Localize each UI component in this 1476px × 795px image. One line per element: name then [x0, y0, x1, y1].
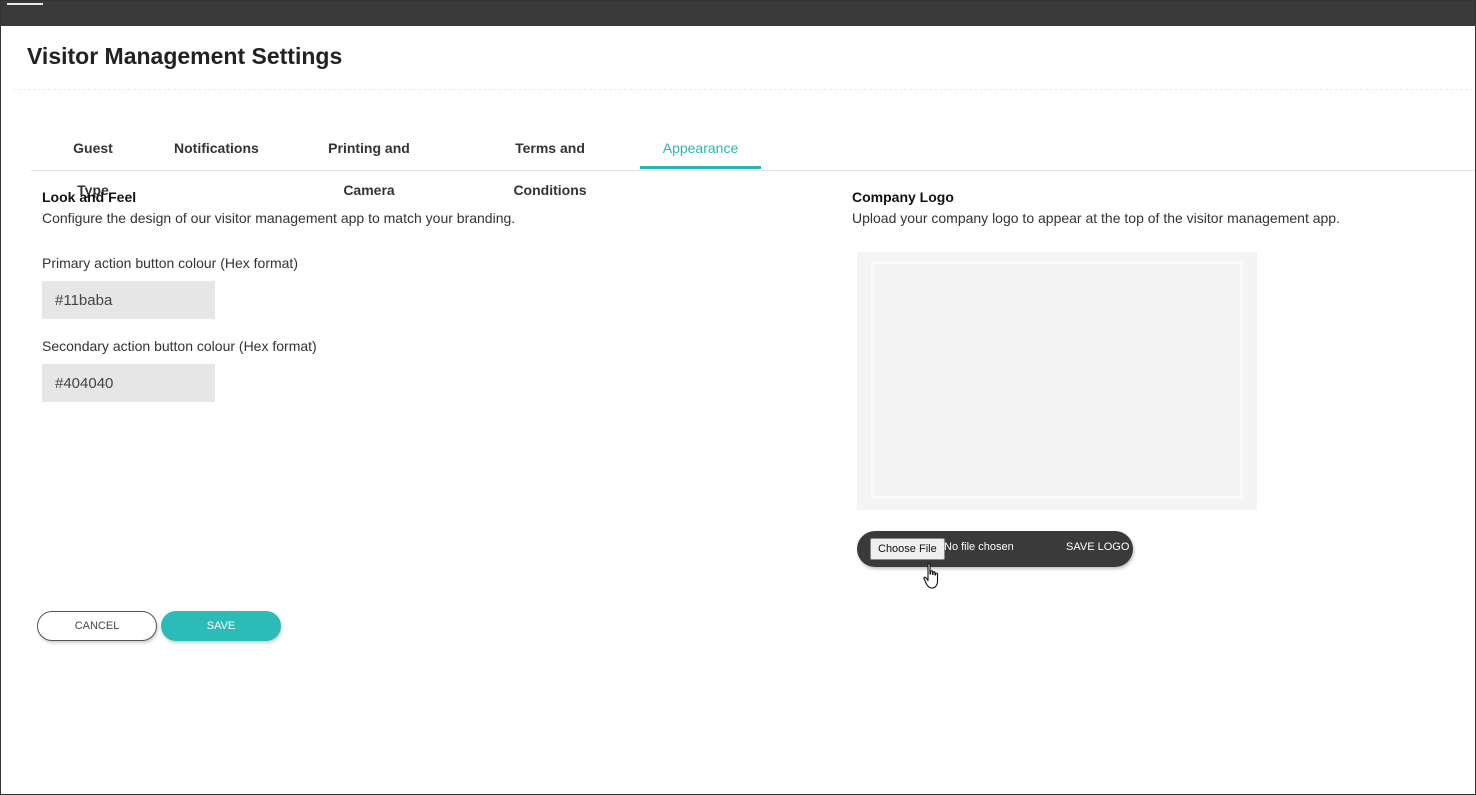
secondary-colour-label: Secondary action button colour (Hex form…: [42, 338, 317, 354]
page-title: Visitor Management Settings: [27, 43, 343, 69]
look-and-feel-description: Configure the design of our visitor mana…: [42, 210, 516, 226]
logo-preview: [857, 252, 1257, 510]
tab-guest-type[interactable]: Guest Type: [58, 127, 128, 198]
settings-tabs: Guest Type Notifications Printing and Ca…: [31, 127, 1475, 198]
logo-preview-frame: [871, 261, 1243, 499]
tab-printing-and-camera[interactable]: Printing and Camera: [303, 127, 435, 198]
company-logo-description: Upload your company logo to appear at th…: [852, 210, 1340, 226]
menu-icon[interactable]: [7, 3, 43, 5]
hand-pointer-icon: [923, 563, 939, 589]
secondary-colour-input[interactable]: [42, 364, 215, 402]
logo-upload-bar: Choose File No file chosen SAVE LOGO: [857, 531, 1133, 567]
no-file-chosen-text: No file chosen: [944, 541, 1014, 553]
primary-colour-label: Primary action button colour (Hex format…: [42, 255, 298, 271]
app-window: Visitor Management Settings Guest Type N…: [0, 0, 1476, 795]
title-divider: [13, 89, 1473, 90]
top-bar: [1, 1, 1475, 26]
look-and-feel-heading: Look and Feel: [42, 189, 137, 205]
company-logo-heading: Company Logo: [852, 189, 954, 205]
tab-appearance[interactable]: Appearance: [640, 127, 761, 169]
tab-notifications[interactable]: Notifications: [174, 127, 259, 169]
primary-colour-input[interactable]: [42, 281, 215, 319]
tab-terms-and-conditions[interactable]: Terms and Conditions: [480, 127, 620, 198]
save-logo-button[interactable]: SAVE LOGO: [1066, 541, 1129, 553]
cancel-button[interactable]: CANCEL: [37, 611, 157, 641]
choose-file-button[interactable]: Choose File: [870, 538, 945, 560]
save-button[interactable]: SAVE: [161, 611, 281, 641]
